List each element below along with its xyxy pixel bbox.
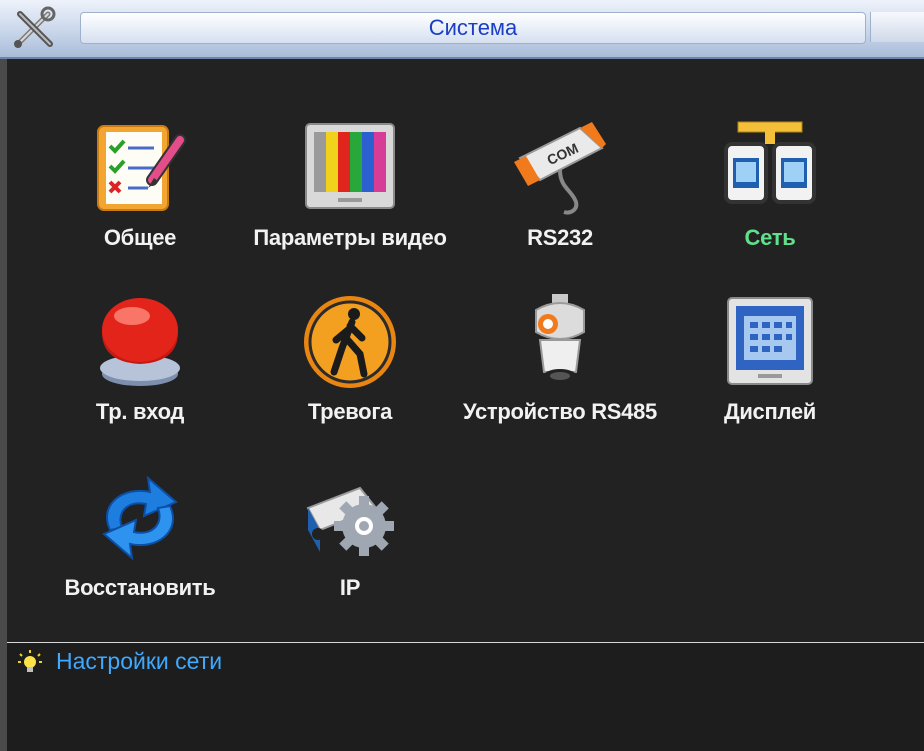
menu-item-general[interactable]: Общее: [30, 118, 250, 288]
color-monitor-icon: [305, 123, 395, 209]
com-port-icon: COM: [514, 122, 606, 215]
lightbulb-icon: [18, 650, 42, 672]
ip-camera-gear-icon: [306, 486, 394, 556]
menu-grid: Общее Параметры видео COM RS232 Сеть Тр.…: [0, 59, 924, 644]
display-icon: [727, 297, 813, 385]
status-text: Настройки сети: [56, 648, 223, 674]
menu-item-label: Дисплей: [723, 399, 817, 424]
menu-item-display[interactable]: Дисплей: [660, 292, 880, 462]
pedestrian-sign-icon: [304, 296, 396, 388]
network-icon: [724, 121, 816, 204]
menu-item-ip[interactable]: IP: [240, 468, 460, 638]
window-title: Система: [428, 15, 518, 40]
menu-item-label: Параметры видео: [253, 225, 447, 250]
menu-item-rs232[interactable]: COM RS232: [450, 118, 670, 288]
menu-item-label: Тр. вход: [95, 399, 185, 424]
checklist-icon: [97, 125, 186, 211]
refresh-arrows-icon: [102, 475, 178, 561]
menu-item-rs485[interactable]: Устройство RS485: [450, 292, 670, 462]
menu-item-alarm-input[interactable]: Тр. вход: [30, 292, 250, 462]
system-menu-window: Система Общее Параметры видео COM RS232 …: [0, 0, 924, 751]
menu-item-label: Устройство RS485: [463, 399, 657, 424]
title-bar-edge: [870, 12, 924, 42]
menu-item-label: RS232: [527, 225, 593, 250]
tools-icon: [14, 6, 56, 48]
menu-item-network[interactable]: Сеть: [660, 118, 880, 288]
menu-item-label: Сеть: [744, 225, 796, 250]
menu-item-video-params[interactable]: Параметры видео: [240, 118, 460, 288]
ptz-camera-icon: [535, 294, 585, 387]
menu-item-label: IP: [339, 575, 361, 600]
menu-item-label: Тревога: [307, 399, 393, 424]
menu-item-restore[interactable]: Восстановить: [30, 468, 250, 638]
menu-item-label: Восстановить: [64, 575, 216, 600]
title-bar: Система: [0, 0, 924, 59]
menu-item-label: Общее: [103, 225, 177, 250]
menu-item-alarm[interactable]: Тревога: [240, 292, 460, 462]
alarm-button-icon: [100, 298, 180, 386]
status-bar: Настройки сети: [7, 643, 924, 751]
title-field: Система: [80, 12, 866, 44]
